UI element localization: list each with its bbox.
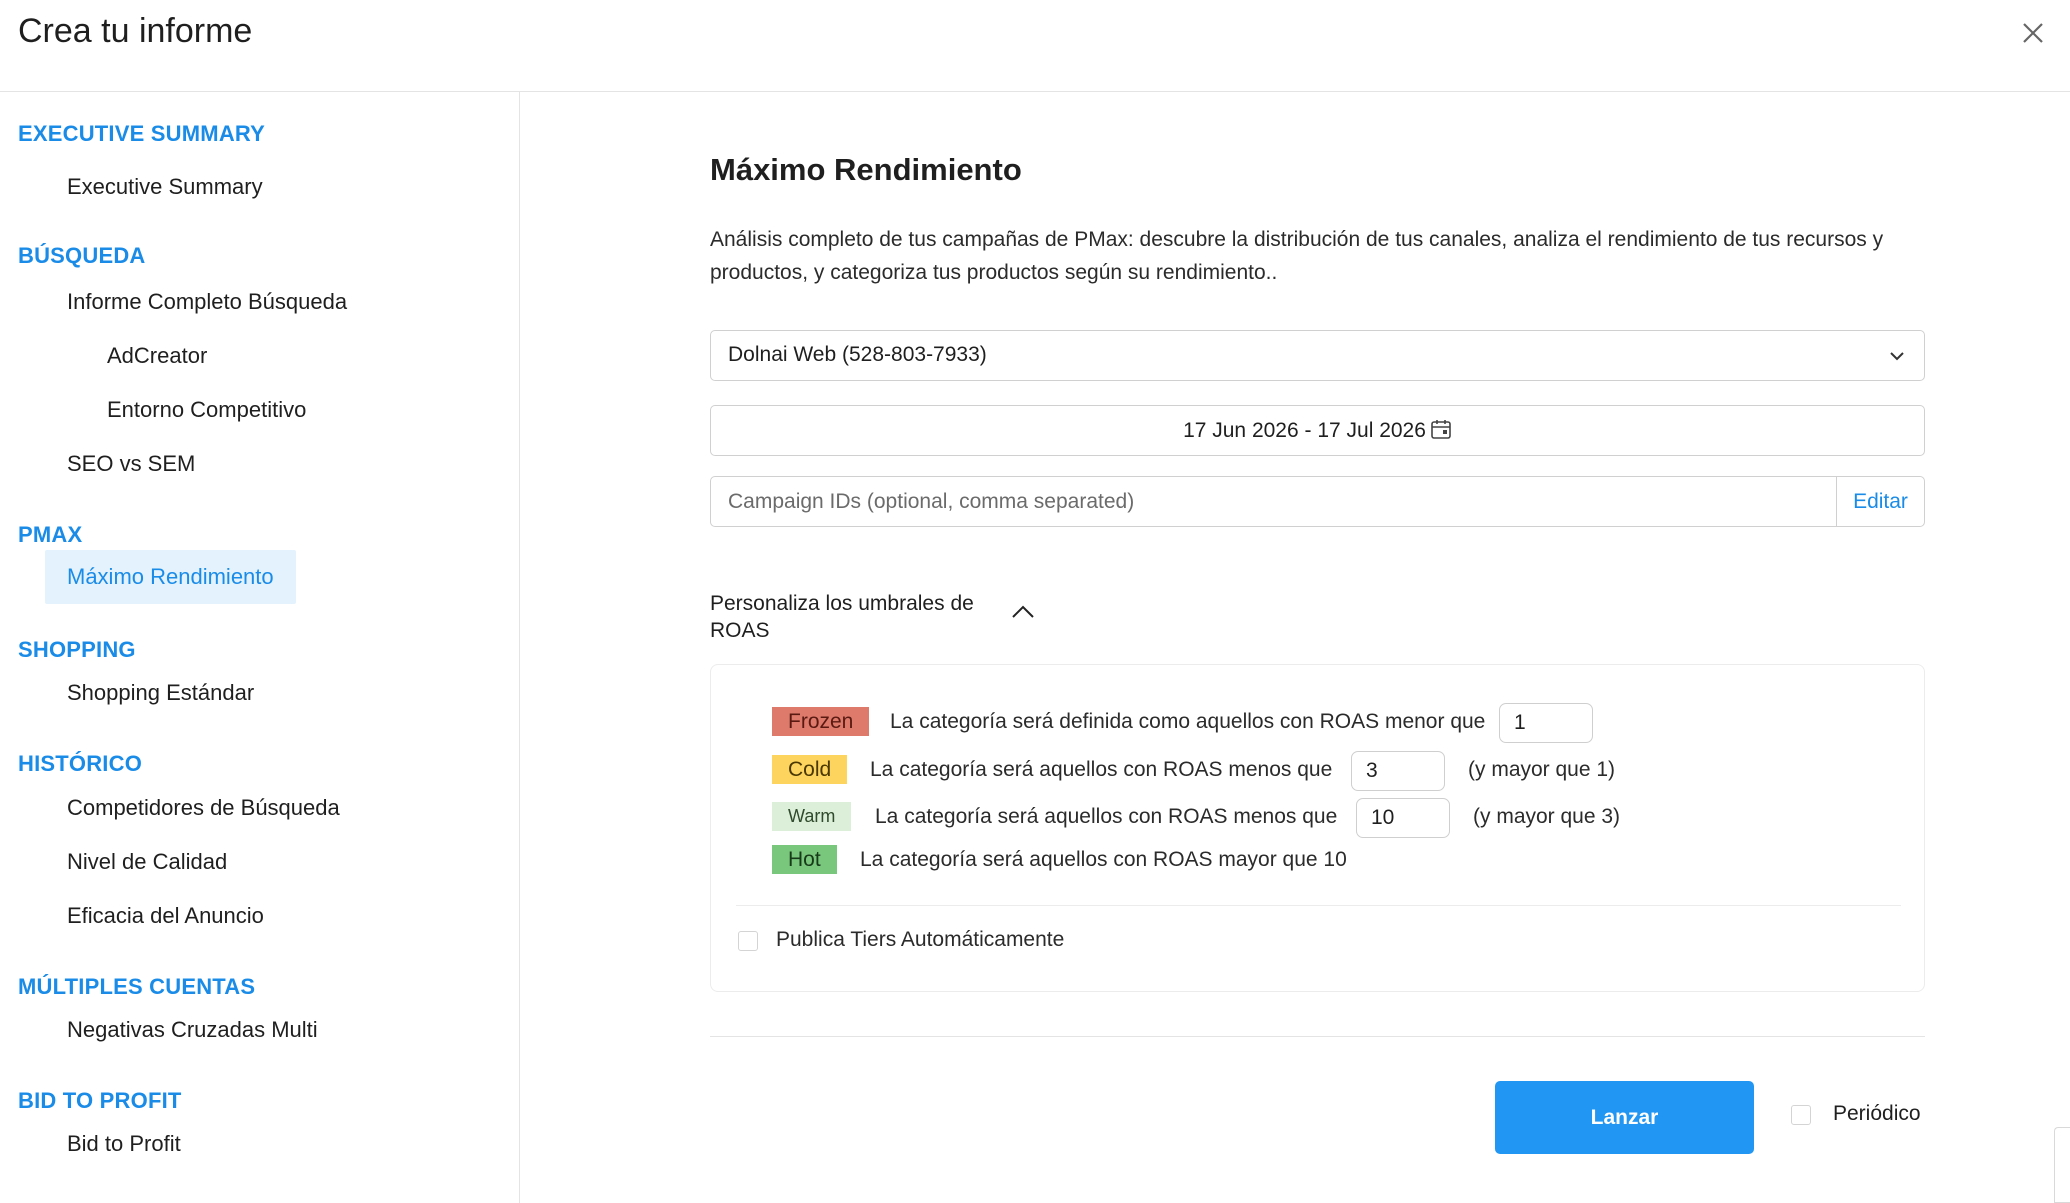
sidebar-item-maximo-rendimiento[interactable]: Máximo Rendimiento — [45, 550, 296, 604]
auto-publish-checkbox[interactable] — [738, 931, 758, 951]
auto-publish-label: Publica Tiers Automáticamente — [776, 928, 1065, 951]
cold-threshold-input[interactable] — [1351, 751, 1445, 791]
sidebar-item-eficacia-del-anuncio[interactable]: Eficacia del Anuncio — [67, 901, 264, 931]
tier-row-warm: Warm La categoría será aquellos con ROAS… — [711, 798, 1924, 838]
sidebar-item-nivel-de-calidad[interactable]: Nivel de Calidad — [67, 847, 227, 877]
sidebar-item-executive-summary[interactable]: Executive Summary — [67, 172, 263, 202]
sidebar-item-informe-completo-busqueda[interactable]: Informe Completo Búsqueda — [67, 287, 347, 317]
campaign-ids-field: Editar — [710, 476, 1925, 527]
sidebar-item-bid-to-profit[interactable]: Bid to Profit — [67, 1129, 181, 1159]
tier-suffix: (y mayor que 3) — [1473, 805, 1621, 828]
chevron-up-icon — [1012, 605, 1034, 618]
divider — [736, 905, 1901, 906]
sidebar-item-adcreator[interactable]: AdCreator — [107, 341, 207, 371]
account-select-value: Dolnai Web (528-803-7933) — [728, 343, 987, 366]
tier-description: La categoría será aquellos con ROAS mayo… — [860, 848, 1347, 871]
warm-threshold-input[interactable] — [1356, 798, 1450, 838]
section-multiples-cuentas: MÚLTIPLES CUENTAS — [18, 974, 256, 999]
section-busqueda: BÚSQUEDA — [18, 243, 146, 268]
divider — [710, 1036, 1925, 1037]
close-icon[interactable] — [2016, 16, 2050, 50]
scrollbar[interactable] — [2054, 1127, 2070, 1203]
tier-tag-cold: Cold — [772, 755, 848, 784]
tier-suffix: (y mayor que 1) — [1468, 758, 1616, 781]
report-sidebar: EXECUTIVE SUMMARY Executive Summary BÚSQ… — [0, 92, 520, 1203]
page-description: Análisis completo de tus campañas de PMa… — [710, 228, 1884, 284]
date-range-picker[interactable]: 17 Jun 2026 - 17 Jul 2026 — [710, 405, 1925, 456]
section-executive-summary: EXECUTIVE SUMMARY — [18, 121, 266, 146]
section-shopping: SHOPPING — [18, 637, 136, 662]
tier-tag-warm: Warm — [772, 802, 852, 831]
section-historico: HISTÓRICO — [18, 751, 143, 776]
section-bid-to-profit: BID TO PROFIT — [18, 1088, 182, 1113]
roas-thresholds-toggle[interactable]: Personaliza los umbrales de ROAS — [710, 590, 1050, 644]
campaign-ids-input[interactable] — [711, 477, 1837, 526]
sidebar-item-competidores-de-busqueda[interactable]: Competidores de Búsqueda — [67, 793, 340, 823]
dialog-title: Crea tu informe — [18, 12, 253, 50]
section-pmax: PMAX — [18, 522, 83, 547]
roas-thresholds-panel: Frozen La categoría será definida como a… — [710, 664, 1925, 992]
tier-description: La categoría será aquellos con ROAS meno… — [875, 805, 1338, 828]
account-select[interactable]: Dolnai Web (528-803-7933) — [710, 330, 1925, 381]
report-config-panel: Máximo Rendimiento Análisis completo de … — [520, 92, 2070, 1203]
report-builder-dialog: Crea tu informe EXECUTIVE SUMMARY Execut… — [0, 0, 2070, 1203]
tier-description: La categoría será aquellos con ROAS meno… — [870, 758, 1333, 781]
frozen-threshold-input[interactable] — [1499, 703, 1593, 743]
sidebar-item-entorno-competitivo[interactable]: Entorno Competitivo — [107, 395, 306, 425]
edit-button[interactable]: Editar — [1836, 477, 1924, 526]
chevron-down-icon — [1890, 352, 1904, 361]
roas-toggle-label: Personaliza los umbrales de ROAS — [710, 592, 974, 642]
tier-row-cold: Cold La categoría será aquellos con ROAS… — [711, 751, 1924, 791]
periodic-checkbox[interactable] — [1791, 1105, 1811, 1125]
tier-row-frozen: Frozen La categoría será definida como a… — [711, 703, 1924, 743]
sidebar-item-seo-vs-sem[interactable]: SEO vs SEM — [67, 449, 195, 479]
tier-tag-hot: Hot — [772, 845, 837, 874]
periodic-label: Periódico — [1833, 1102, 1921, 1125]
sidebar-item-shopping-estandar[interactable]: Shopping Estándar — [67, 678, 254, 708]
dialog-header: Crea tu informe — [0, 0, 2070, 92]
tier-row-hot: Hot La categoría será aquellos con ROAS … — [711, 841, 1924, 881]
sidebar-item-negativas-cruzadas-multi[interactable]: Negativas Cruzadas Multi — [67, 1015, 318, 1045]
tier-tag-frozen: Frozen — [772, 707, 870, 736]
date-range-value: 17 Jun 2026 - 17 Jul 2026 — [1183, 419, 1426, 442]
tier-description: La categoría será definida como aquellos… — [890, 710, 1486, 733]
calendar-icon — [1431, 420, 1451, 439]
page-title: Máximo Rendimiento — [710, 152, 1022, 187]
launch-button[interactable]: Lanzar — [1495, 1081, 1754, 1154]
